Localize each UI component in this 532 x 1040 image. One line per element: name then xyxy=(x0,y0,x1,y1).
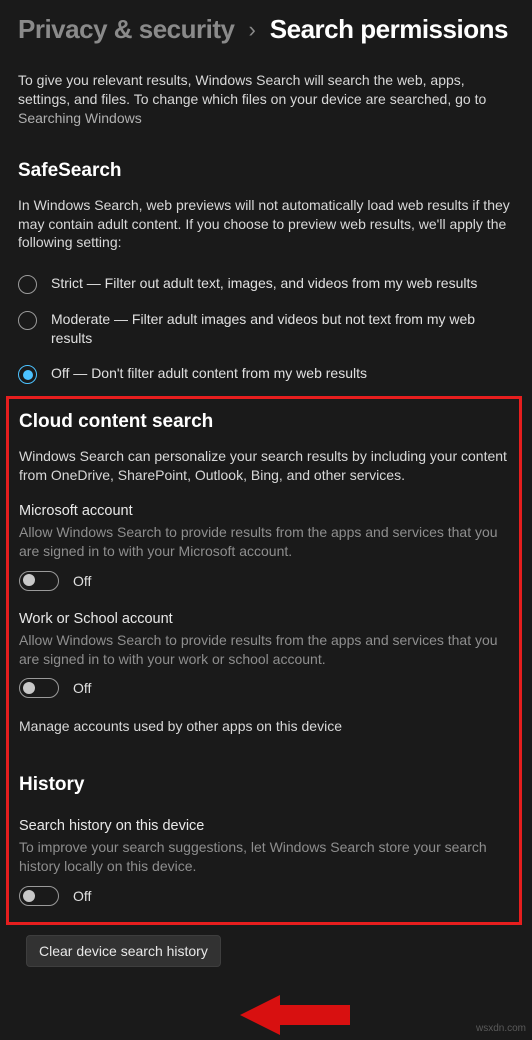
ms-account-desc: Allow Windows Search to provide results … xyxy=(19,523,511,561)
intro-text: To give you relevant results, Windows Se… xyxy=(18,71,516,128)
radio-label-moderate: Moderate — Filter adult images and video… xyxy=(51,310,486,348)
radio-strict[interactable]: Strict — Filter out adult text, images, … xyxy=(18,274,516,294)
history-toggle[interactable] xyxy=(19,886,59,906)
red-arrow-annotation xyxy=(240,992,350,1038)
work-account-toggle-row: Off xyxy=(19,678,511,698)
cloud-desc: Windows Search can personalize your sear… xyxy=(19,447,511,485)
safesearch-desc: In Windows Search, web previews will not… xyxy=(18,196,516,253)
history-state: Off xyxy=(73,888,91,904)
highlight-box: Cloud content search Windows Search can … xyxy=(6,396,522,925)
history-desc: To improve your search suggestions, let … xyxy=(19,838,511,876)
work-account-state: Off xyxy=(73,680,91,696)
ms-account-head: Microsoft account xyxy=(19,503,511,519)
radio-moderate[interactable]: Moderate — Filter adult images and video… xyxy=(18,310,516,348)
breadcrumb-back[interactable]: Privacy & security xyxy=(18,14,234,45)
history-sub: Search history on this device xyxy=(19,818,511,834)
radio-icon xyxy=(18,311,37,330)
ms-account-state: Off xyxy=(73,573,91,589)
radio-icon xyxy=(18,275,37,294)
ms-account-toggle[interactable] xyxy=(19,571,59,591)
work-account-desc: Allow Windows Search to provide results … xyxy=(19,631,511,669)
work-account-toggle[interactable] xyxy=(19,678,59,698)
work-account-head: Work or School account xyxy=(19,611,511,627)
history-heading: History xyxy=(19,774,511,796)
radio-label-off: Off — Don't filter adult content from my… xyxy=(51,364,367,383)
breadcrumb: Privacy & security › Search permissions xyxy=(18,14,516,45)
radio-icon-selected xyxy=(18,365,37,384)
radio-label-strict: Strict — Filter out adult text, images, … xyxy=(51,274,477,293)
radio-off[interactable]: Off — Don't filter adult content from my… xyxy=(18,364,516,384)
clear-history-button[interactable]: Clear device search history xyxy=(26,935,221,967)
ms-account-toggle-row: Off xyxy=(19,571,511,591)
page-title: Search permissions xyxy=(270,14,508,45)
watermark: wsxdn.com xyxy=(476,1023,526,1034)
intro-body: To give you relevant results, Windows Se… xyxy=(18,72,486,107)
searching-windows-link[interactable]: Searching Windows xyxy=(18,110,142,126)
safesearch-heading: SafeSearch xyxy=(18,160,516,182)
cloud-heading: Cloud content search xyxy=(19,411,511,433)
manage-accounts-link[interactable]: Manage accounts used by other apps on th… xyxy=(19,718,511,734)
chevron-right-icon: › xyxy=(248,17,255,43)
history-toggle-row: Off xyxy=(19,886,511,906)
